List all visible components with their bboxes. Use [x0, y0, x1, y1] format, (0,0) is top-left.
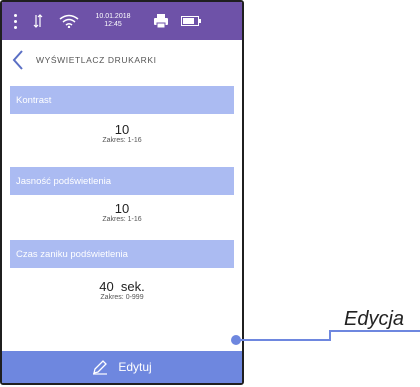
pencil-icon [92, 359, 108, 375]
status-datetime: 10.01.2018 12:45 [88, 2, 138, 40]
section-header-jasnosc: Jasność podświetlenia [10, 167, 234, 195]
callout-label: Edycja [344, 308, 405, 330]
battery-icon [180, 2, 202, 40]
callout-line [231, 330, 420, 345]
more-vert-icon[interactable] [10, 2, 20, 40]
screen-header: WYŚWIETLACZ DRUKARKI [2, 40, 242, 80]
wifi-icon [58, 2, 80, 40]
section-header-czas: Czas zaniku podświetlenia [10, 240, 234, 268]
status-bar: 10.01.2018 12:45 [2, 2, 242, 40]
setting-kontrast[interactable]: 10 Zakres: 1-16 [2, 122, 242, 144]
status-time: 12:45 [104, 21, 122, 28]
edit-button[interactable]: Edytuj [2, 351, 242, 383]
status-date: 10.01.2018 [95, 13, 131, 20]
setting-value: 40 sek. [99, 279, 145, 294]
setting-range: Zakres: 1-16 [102, 216, 142, 223]
setting-range: Zakres: 0-999 [100, 294, 144, 301]
setting-jasnosc[interactable]: 10 Zakres: 1-16 [2, 201, 242, 223]
setting-value: 10 [114, 122, 130, 137]
setting-range: Zakres: 1-16 [102, 137, 142, 144]
setting-czas[interactable]: 40 sek. Zakres: 0-999 [2, 279, 242, 301]
back-arrow-icon[interactable] [8, 40, 28, 80]
edit-button-label: Edytuj [118, 360, 152, 374]
data-arrows-icon [32, 2, 44, 40]
section-header-kontrast: Kontrast [10, 86, 234, 114]
printer-icon [152, 2, 170, 40]
device-screen: 10.01.2018 12:45 WYŚWIETLACZ DRUKARKI Ko… [0, 0, 244, 385]
page-title: WYŚWIETLACZ DRUKARKI [36, 55, 157, 65]
setting-value: 10 [114, 201, 130, 216]
